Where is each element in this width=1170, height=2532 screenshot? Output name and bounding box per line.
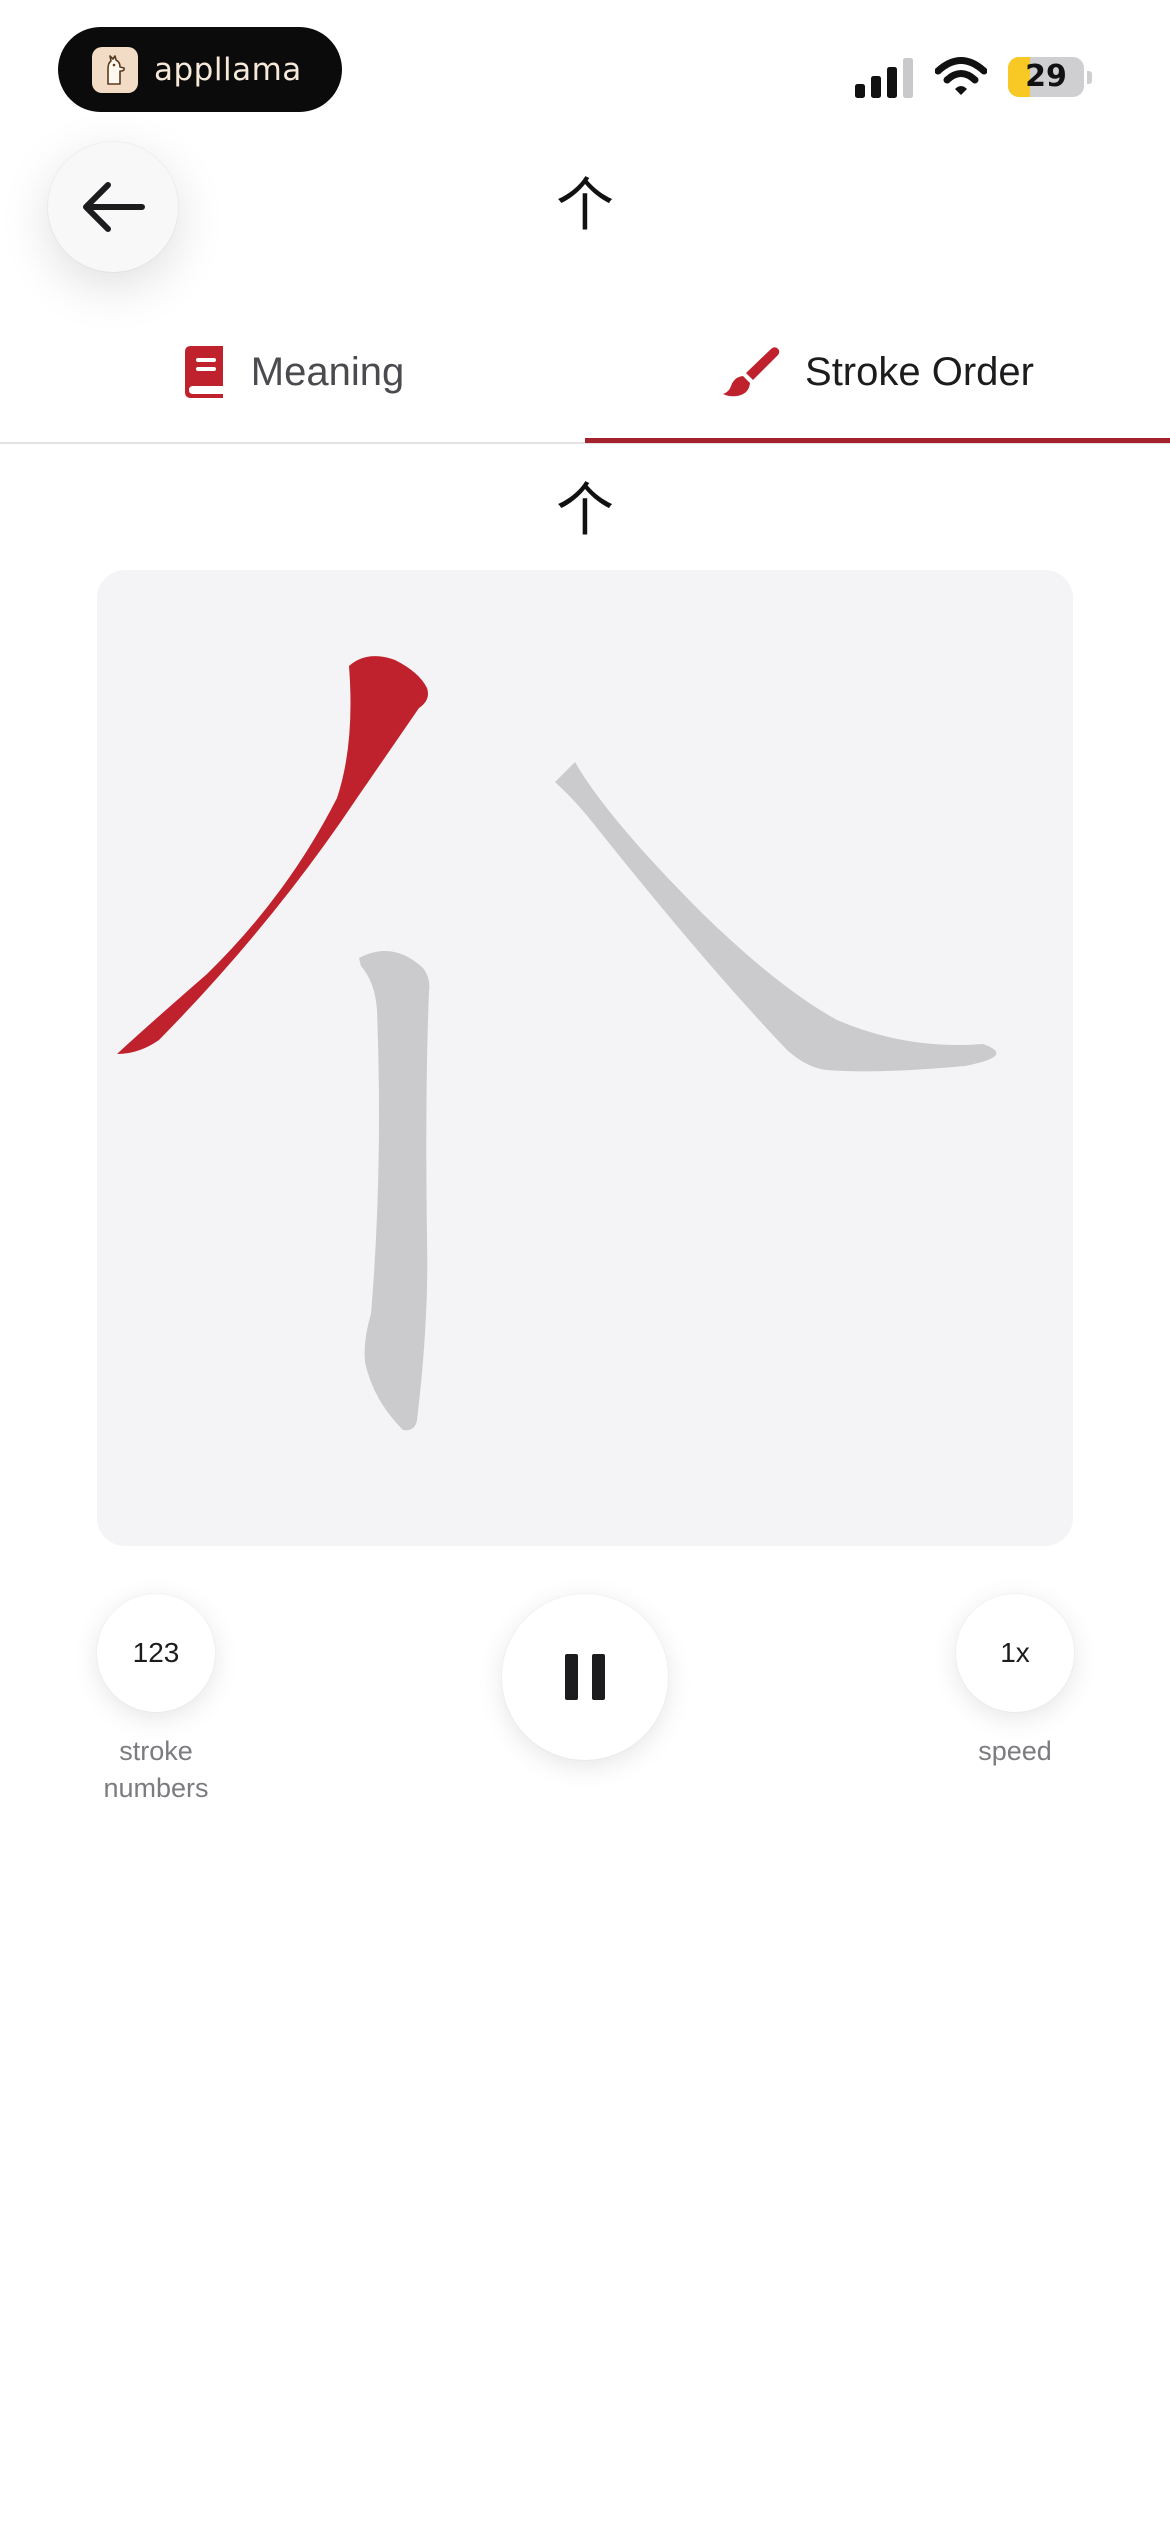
app-badge[interactable]: appllama	[58, 27, 342, 112]
paintbrush-icon	[723, 347, 780, 397]
battery-icon: 29	[1008, 57, 1084, 97]
speed-caption: speed	[978, 1736, 1052, 1766]
speed-button[interactable]: 1x	[956, 1594, 1074, 1712]
stroke-2	[555, 762, 997, 1072]
wifi-icon	[935, 57, 987, 95]
book-icon	[184, 346, 223, 398]
stroke-numbers-button[interactable]: 123	[97, 1594, 215, 1712]
app-name: appllama	[154, 51, 302, 88]
stroke-3	[359, 950, 430, 1431]
tab-meaning[interactable]: Meaning	[0, 300, 585, 444]
tab-stroke-order-label: Stroke Order	[805, 349, 1034, 394]
header-character: 个	[555, 171, 614, 239]
stroke-numbers-caption: stroke numbers	[103, 1736, 209, 1803]
character-strokes	[117, 656, 997, 1431]
battery-cap	[1087, 71, 1092, 84]
speed-label: 1x	[1000, 1637, 1030, 1668]
battery-percentage: 29	[1025, 59, 1067, 94]
pause-icon	[565, 1654, 605, 1700]
cellular-signal-icon	[855, 58, 913, 98]
current-character: 个	[555, 476, 614, 544]
tab-stroke-order[interactable]: Stroke Order	[585, 300, 1170, 444]
tab-meaning-label: Meaning	[250, 349, 405, 394]
pause-button[interactable]	[502, 1594, 668, 1760]
tab-selected-indicator	[585, 438, 1170, 443]
back-button[interactable]	[48, 142, 178, 272]
stroke-order-canvas	[97, 570, 1073, 1546]
llama-logo-icon	[92, 46, 138, 93]
arrow-left-icon	[83, 182, 145, 232]
stroke-numbers-label: 123	[132, 1637, 180, 1668]
